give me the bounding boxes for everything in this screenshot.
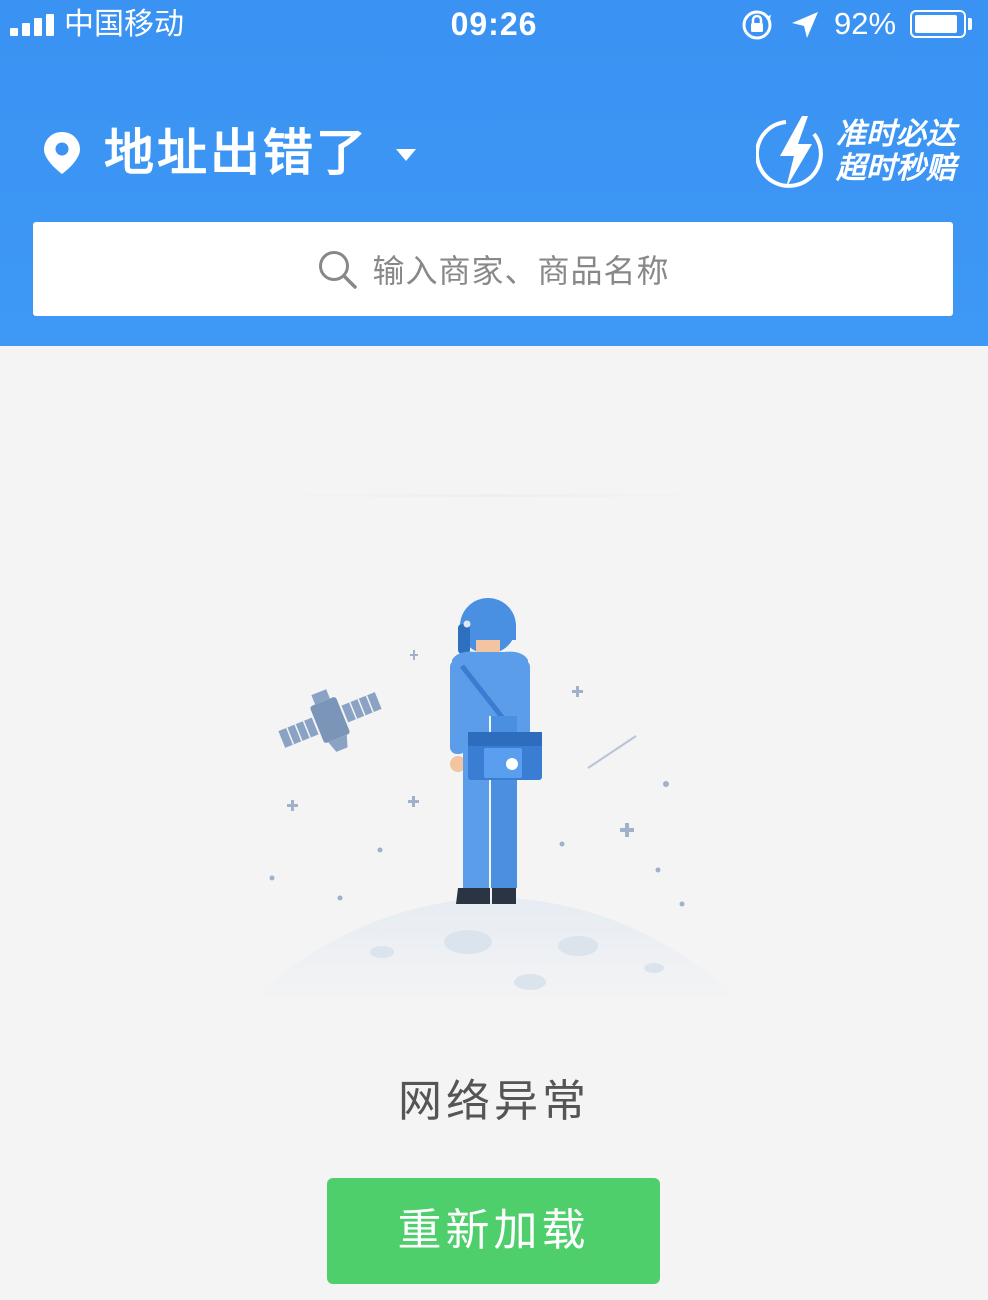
location-arrow-icon bbox=[792, 12, 818, 38]
battery-icon bbox=[910, 10, 966, 38]
reload-button[interactable]: 重新加载 bbox=[327, 1178, 660, 1284]
location-pin-icon bbox=[44, 132, 80, 174]
battery-percent: 92% bbox=[834, 6, 897, 41]
on-time-promise-badge[interactable]: 准时必达 超时秒赔 bbox=[756, 112, 956, 196]
promise-text: 准时必达 超时秒赔 bbox=[836, 118, 956, 186]
search-bar[interactable]: 输入商家、商品名称 bbox=[33, 222, 953, 316]
header: 中国移动 09:26 92% 地址出错了 准时必达 超时秒赔 输入商家、商品名称 bbox=[0, 0, 988, 346]
network-error-illustration bbox=[240, 494, 745, 1005]
search-icon bbox=[319, 251, 358, 289]
chevron-down-icon bbox=[396, 149, 416, 161]
address-text: 地址出错了 bbox=[104, 124, 369, 182]
status-bar: 中国移动 09:26 92% bbox=[0, 0, 988, 50]
search-placeholder: 输入商家、商品名称 bbox=[372, 252, 670, 290]
battery-cap bbox=[968, 18, 972, 30]
network-error-message: 网络异常 bbox=[398, 1076, 590, 1127]
lightning-bolt-icon bbox=[756, 116, 823, 188]
rotation-lock-icon bbox=[742, 10, 772, 40]
promise-line-1: 准时必达 bbox=[836, 117, 956, 152]
moon-surface bbox=[248, 898, 742, 1005]
satellite-icon bbox=[278, 689, 382, 752]
address-selector[interactable]: 地址出错了 bbox=[42, 118, 417, 188]
promise-line-2: 超时秒赔 bbox=[836, 151, 956, 186]
courier-figure bbox=[450, 598, 542, 904]
